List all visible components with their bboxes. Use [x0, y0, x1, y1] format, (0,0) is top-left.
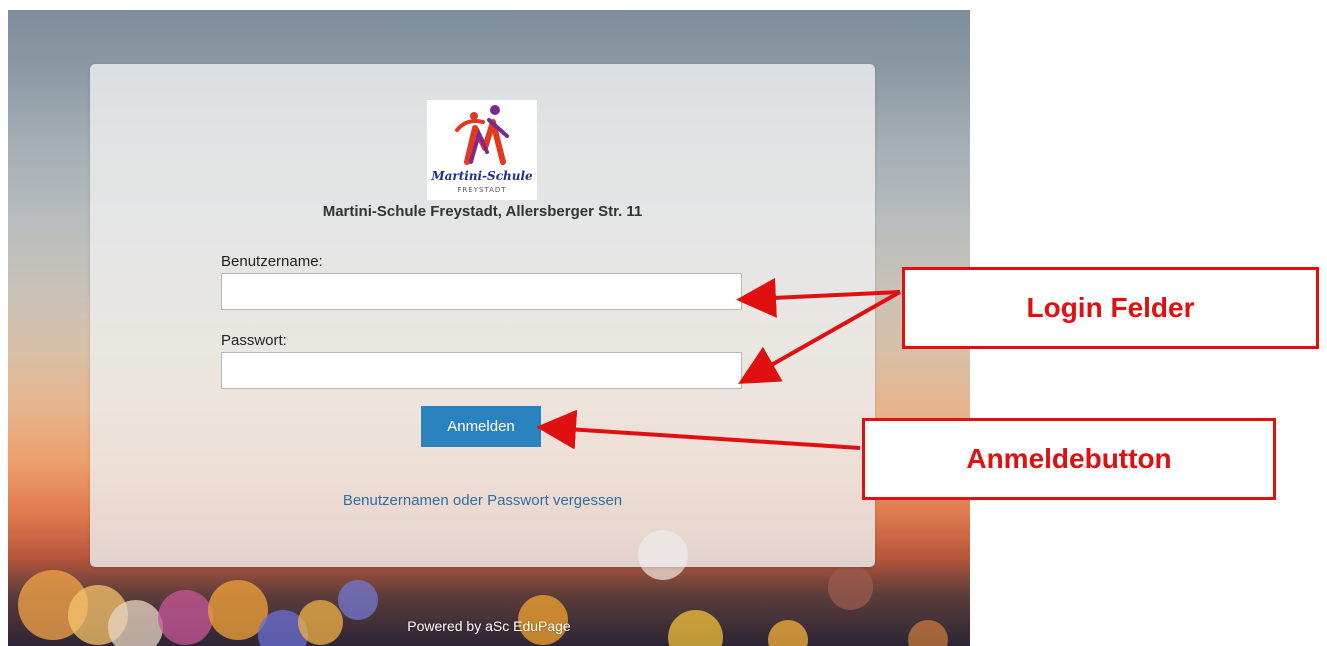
- username-input[interactable]: [221, 273, 742, 310]
- login-button-callout: Anmeldebutton: [862, 418, 1276, 500]
- password-input[interactable]: [221, 352, 742, 389]
- logo-subtitle: FREYSTADT: [457, 186, 507, 194]
- login-button[interactable]: Anmelden: [421, 406, 541, 447]
- bokeh-light: [828, 565, 873, 610]
- powered-by-footer: Powered by aSc EduPage: [407, 618, 571, 634]
- forgot-credentials-link[interactable]: Benutzernamen oder Passwort vergessen: [90, 492, 875, 509]
- username-label: Benutzername:: [221, 253, 323, 270]
- bokeh-light: [338, 580, 378, 620]
- school-name: Martini-Schule Freystadt, Allersberger S…: [322, 203, 643, 220]
- password-label: Passwort:: [221, 332, 287, 349]
- logo-title: Martini-Schule: [431, 169, 533, 183]
- school-logo: Martini-Schule FREYSTADT: [427, 100, 537, 200]
- school-logo-figure-icon: [455, 105, 509, 165]
- login-fields-callout: Login Felder: [902, 267, 1319, 349]
